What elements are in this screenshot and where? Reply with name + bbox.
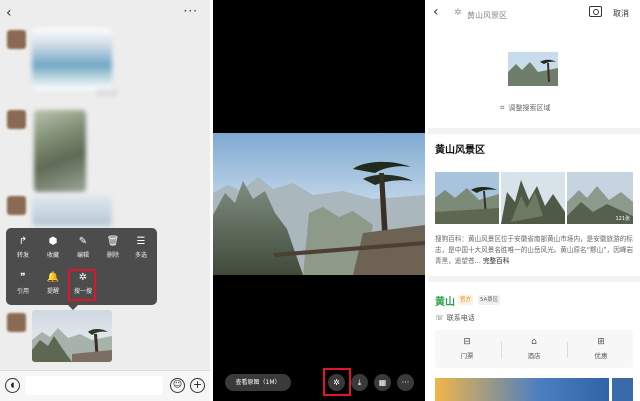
edit-icon: ✎ (78, 236, 88, 247)
menu-item-remind[interactable]: 🔔 提醒 (38, 272, 68, 297)
more-dots-icon[interactable]: ··· (184, 4, 198, 18)
avatar[interactable] (7, 30, 26, 49)
separator (567, 342, 568, 358)
menu-item-favorite[interactable]: ⬢ 收藏 (38, 236, 68, 261)
mountain-image (213, 133, 425, 275)
chevron-left-icon[interactable]: ‹ (433, 4, 439, 20)
service-hotel[interactable]: ⌂ 酒店 (514, 336, 554, 362)
chat-panel: ‹ ··· ↱ 转发 ⬢ 收藏 ✎ 编辑 🗑 删除 ☰ 多选 ❞ 引用 🔔 提醒… (0, 0, 210, 401)
result-photo[interactable]: 121张 (567, 172, 633, 224)
contact-phone-link[interactable]: ☏ 联系电话 (435, 313, 475, 323)
chat-image-huangshan[interactable] (32, 310, 112, 362)
separator (501, 342, 502, 358)
grid-icon[interactable]: ▦ (374, 374, 391, 391)
chat-bubble-blurred[interactable] (32, 196, 112, 226)
result-photo[interactable] (435, 172, 499, 224)
menu-item-multiselect[interactable]: ☰ 多选 (126, 236, 156, 261)
avatar[interactable] (7, 110, 26, 129)
menu-item-forward[interactable]: ↱ 转发 (8, 236, 38, 261)
back-icon[interactable]: ‹ (6, 5, 12, 21)
query-image-thumbnail[interactable] (508, 52, 558, 86)
voice-icon[interactable]: ◖ (5, 378, 20, 393)
camera-icon[interactable] (589, 6, 602, 17)
coupon-icon: ⊞ (597, 337, 605, 347)
service-deals[interactable]: ⊞ 优惠 (581, 336, 621, 362)
more-icon[interactable]: ··· (397, 374, 414, 391)
multiselect-icon: ☰ (136, 236, 146, 247)
avatar[interactable] (7, 313, 26, 332)
image-viewer-panel: 查看原图（1M） ✲ ⤓ ▦ ··· (213, 0, 425, 401)
timestamp-blurred (96, 90, 118, 96)
message-input[interactable] (25, 376, 163, 395)
chat-bubble-blurred[interactable] (32, 28, 112, 90)
service-tickets[interactable]: ⊟ 门票 (447, 336, 487, 362)
photo-count: 121张 (615, 216, 630, 222)
cancel-button[interactable]: 取消 (613, 8, 629, 19)
result-description: 搜狗百科：黄山风景区位于安徽省南部黄山市境内，是安徽旅游的标志，是中国十大风景名… (435, 235, 634, 265)
search-results-panel: ‹ ✲ 黄山风景区 取消 ⌗ 调整搜索区域 黄山风景区 121张 搜狗百科：黄山… (428, 0, 640, 401)
hotel-icon: ⌂ (531, 337, 537, 347)
quote-icon: ❞ (20, 272, 26, 283)
cube-icon: ⬢ (48, 236, 58, 247)
services-bar: ⊟ 门票 ⌂ 酒店 ⊞ 优惠 (435, 330, 633, 368)
menu-item-edit[interactable]: ✎ 编辑 (68, 236, 98, 261)
sparkle-icon: ✲ (454, 8, 462, 18)
view-original-button[interactable]: 查看原图（1M） (225, 374, 291, 391)
menu-item-quote[interactable]: ❞ 引用 (8, 272, 38, 297)
result-title[interactable]: 黄山风景区 (435, 141, 485, 156)
search-input[interactable]: ✲ 黄山风景区 (450, 6, 588, 24)
crop-icon: ⌗ (500, 103, 505, 112)
more-link[interactable]: 完整百科 (483, 257, 509, 265)
level-badge: 5A景区 (478, 295, 501, 305)
input-bar: ◖ ☺ + (0, 370, 210, 401)
adjust-search-area-link[interactable]: ⌗ 调整搜索区域 (500, 103, 551, 113)
poi-title[interactable]: 黄山 (435, 293, 455, 308)
divider (428, 128, 640, 134)
divider (428, 276, 640, 282)
emoji-icon[interactable]: ☺ (170, 378, 185, 393)
official-badge: 官方 (458, 295, 474, 305)
search-header: ‹ ✲ 黄山风景区 取消 (428, 0, 640, 30)
highlight-box (323, 368, 351, 396)
forward-icon: ↱ (18, 236, 28, 247)
mountain-image (501, 172, 565, 224)
viewer-image[interactable] (213, 133, 425, 275)
menu-item-delete[interactable]: 🗑 删除 (98, 236, 128, 261)
ticket-icon: ⊟ (463, 337, 471, 347)
download-icon[interactable]: ⤓ (351, 374, 368, 391)
poi-photo-strip[interactable] (435, 378, 609, 401)
poi-photo-strip[interactable] (612, 378, 633, 401)
avatar[interactable] (7, 196, 26, 215)
highlight-box (68, 269, 96, 301)
mountain-image (32, 310, 112, 362)
chat-image-blurred[interactable] (34, 110, 86, 192)
trash-icon: 🗑 (106, 236, 120, 247)
bell-icon: 🔔 (46, 272, 60, 283)
chat-header: ‹ ··· (0, 0, 210, 28)
mountain-image (508, 52, 558, 86)
plus-icon[interactable]: + (190, 378, 205, 393)
phone-icon: ☏ (435, 314, 444, 322)
result-photo[interactable] (501, 172, 565, 224)
mountain-image (435, 172, 499, 224)
